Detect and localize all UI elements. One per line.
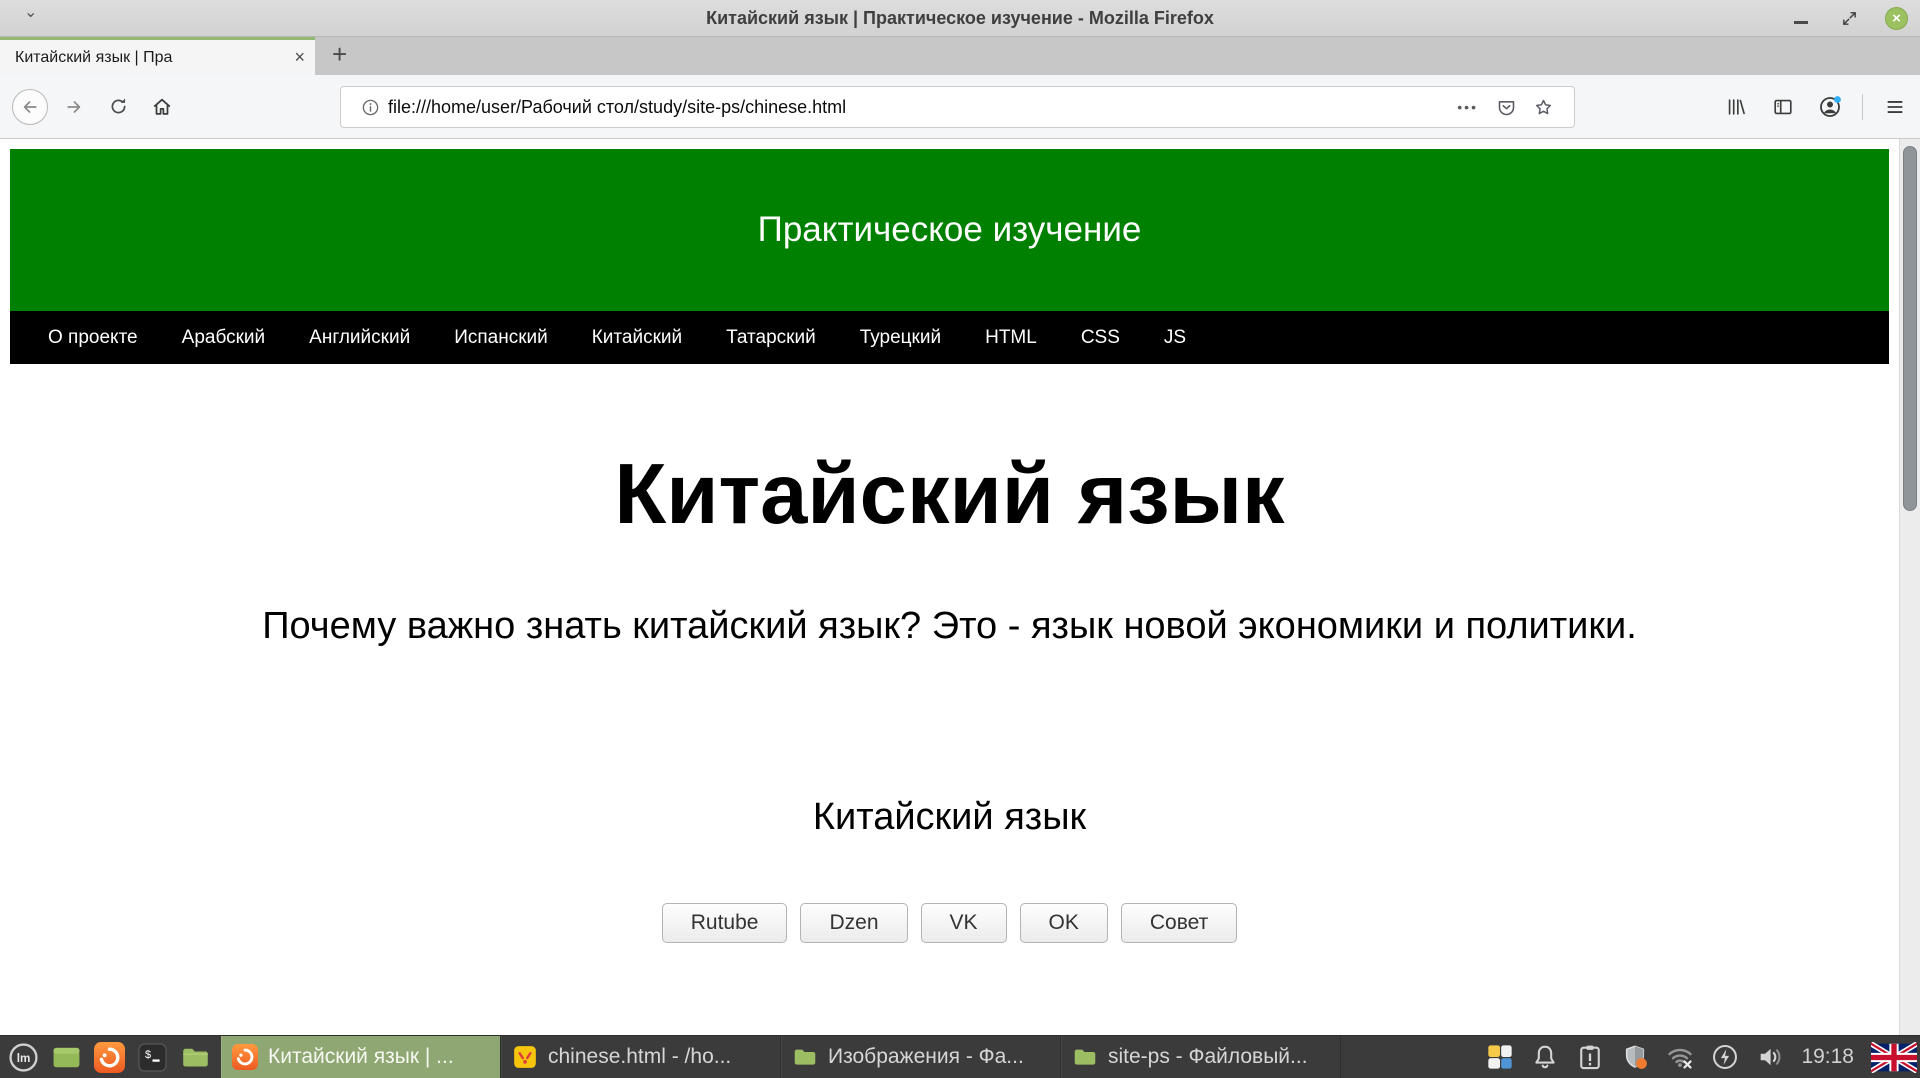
reports-quadrant-icon[interactable] (1486, 1043, 1514, 1071)
site-header-title: Практическое изучение (758, 210, 1142, 250)
svg-text:lm: lm (17, 1052, 31, 1065)
toolbar-right-group (1717, 75, 1914, 138)
terminal-launcher-icon[interactable]: $ (137, 1042, 168, 1073)
pocket-icon[interactable] (1496, 97, 1517, 118)
power-manager-icon[interactable] (1711, 1043, 1739, 1071)
nav-link-html[interactable]: HTML (963, 327, 1059, 349)
menu-hamburger-icon[interactable] (1876, 88, 1914, 126)
back-icon (20, 97, 40, 117)
tab-strip: Китайский язык | Пра × + (0, 37, 1920, 75)
folder-icon (1072, 1044, 1098, 1070)
share-button-dzen[interactable]: Dzen (800, 903, 907, 943)
site-header: Практическое изучение (10, 149, 1889, 311)
notifications-bell-icon[interactable] (1531, 1043, 1559, 1071)
browser-tab[interactable]: Китайский язык | Пра × (0, 37, 315, 75)
task-label: Китайский язык | ... (268, 1045, 454, 1069)
home-button[interactable] (140, 85, 184, 129)
site-nav: О проекте Арабский Английский Испанский … (10, 311, 1889, 364)
nav-link-chinese[interactable]: Китайский (570, 327, 704, 349)
page-scrollbar[interactable] (1899, 139, 1920, 1035)
webpage: Практическое изучение О проекте Арабский… (0, 139, 1899, 1035)
site-info-icon[interactable] (361, 98, 380, 117)
firefox-icon (232, 1044, 258, 1070)
mint-menu-button[interactable]: lm (8, 1042, 39, 1073)
account-icon[interactable] (1811, 88, 1849, 126)
svg-text:$: $ (145, 1050, 152, 1062)
toolbar-divider (1862, 94, 1863, 120)
taskbar-launchers: lm $ (0, 1042, 221, 1073)
nav-link-tatar[interactable]: Татарский (704, 327, 838, 349)
share-button-rutube[interactable]: Rutube (662, 903, 788, 943)
folder-icon (792, 1044, 818, 1070)
new-tab-button[interactable]: + (315, 37, 364, 75)
firefox-launcher-icon[interactable] (94, 1042, 125, 1073)
task-button-firefox[interactable]: Китайский язык | ... (221, 1036, 501, 1078)
page-subheading: Китайский язык (10, 796, 1889, 839)
volume-icon[interactable] (1756, 1043, 1784, 1071)
clipboard-report-icon[interactable] (1576, 1043, 1604, 1071)
nav-link-spanish[interactable]: Испанский (432, 327, 570, 349)
page-intro: Почему важно знать китайский язык? Это -… (10, 605, 1889, 648)
url-input[interactable] (388, 97, 1447, 118)
sidebar-icon[interactable] (1764, 88, 1802, 126)
nav-link-css[interactable]: CSS (1059, 327, 1142, 349)
wifi-disconnected-icon[interactable] (1666, 1043, 1694, 1071)
page-title: Китайский язык (10, 452, 1889, 537)
files-launcher-icon[interactable] (180, 1042, 211, 1073)
home-icon (151, 96, 173, 118)
page-viewport: Практическое изучение О проекте Арабский… (0, 139, 1920, 1035)
tab-title: Китайский язык | Пра (15, 49, 286, 67)
share-button-sovet[interactable]: Совет (1121, 903, 1237, 943)
nav-link-turkish[interactable]: Турецкий (838, 327, 963, 349)
system-tray: 19:18 (1486, 1042, 1920, 1073)
taskbar-clock[interactable]: 19:18 (1801, 1045, 1854, 1069)
nav-link-js[interactable]: JS (1142, 327, 1208, 349)
taskbar-window-list: Китайский язык | ... chinese.html - /ho.… (221, 1036, 1341, 1078)
task-label: site-ps - Файловый... (1108, 1045, 1308, 1069)
page-actions-icon[interactable]: ••• (1457, 99, 1478, 115)
update-shield-icon[interactable] (1621, 1043, 1649, 1071)
window-titlebar: ⌄ Китайский язык | Практическое изучение… (0, 0, 1920, 37)
taskbar: lm $ Китайский язык | ... (0, 1035, 1920, 1078)
task-label: Изображения - Фа... (828, 1045, 1024, 1069)
forward-icon (64, 97, 84, 117)
window-title: Китайский язык | Практическое изучение -… (0, 8, 1920, 29)
maximize-icon (1841, 10, 1858, 27)
scrollbar-thumb[interactable] (1903, 146, 1917, 511)
share-button-vk[interactable]: VK (921, 903, 1007, 943)
share-button-row: Rutube Dzen VK OK Совет (10, 903, 1889, 943)
task-button-images-folder[interactable]: Изображения - Фа... (781, 1036, 1061, 1078)
maximize-button[interactable] (1837, 7, 1861, 31)
browser-toolbar: ••• (0, 75, 1920, 139)
show-desktop-button[interactable] (51, 1042, 82, 1073)
nav-link-english[interactable]: Английский (287, 327, 432, 349)
task-button-editor[interactable]: chinese.html - /ho... (501, 1036, 781, 1078)
task-button-siteps-folder[interactable]: site-ps - Файловый... (1061, 1036, 1341, 1078)
nav-link-arabic[interactable]: Арабский (160, 327, 288, 349)
back-button[interactable] (8, 85, 52, 129)
minimize-button[interactable] (1789, 7, 1813, 31)
window-controls: × (1789, 0, 1908, 37)
forward-button[interactable] (52, 85, 96, 129)
url-bar[interactable]: ••• (340, 86, 1575, 128)
task-label: chinese.html - /ho... (548, 1045, 731, 1069)
reload-icon (108, 96, 129, 117)
nav-button-group (8, 75, 184, 138)
close-button[interactable]: × (1885, 7, 1908, 30)
keyboard-layout-flag-icon[interactable] (1871, 1042, 1917, 1073)
share-button-ok[interactable]: OK (1020, 903, 1108, 943)
text-editor-icon (512, 1044, 538, 1070)
library-icon[interactable] (1717, 88, 1755, 126)
bookmark-star-icon[interactable] (1533, 97, 1554, 118)
window-menu-chevron-icon[interactable]: ⌄ (24, 2, 37, 22)
tab-close-icon[interactable]: × (294, 47, 305, 68)
reload-button[interactable] (96, 85, 140, 129)
desktop: ⌄ Китайский язык | Практическое изучение… (0, 0, 1920, 1078)
nav-link-about[interactable]: О проекте (26, 327, 160, 349)
